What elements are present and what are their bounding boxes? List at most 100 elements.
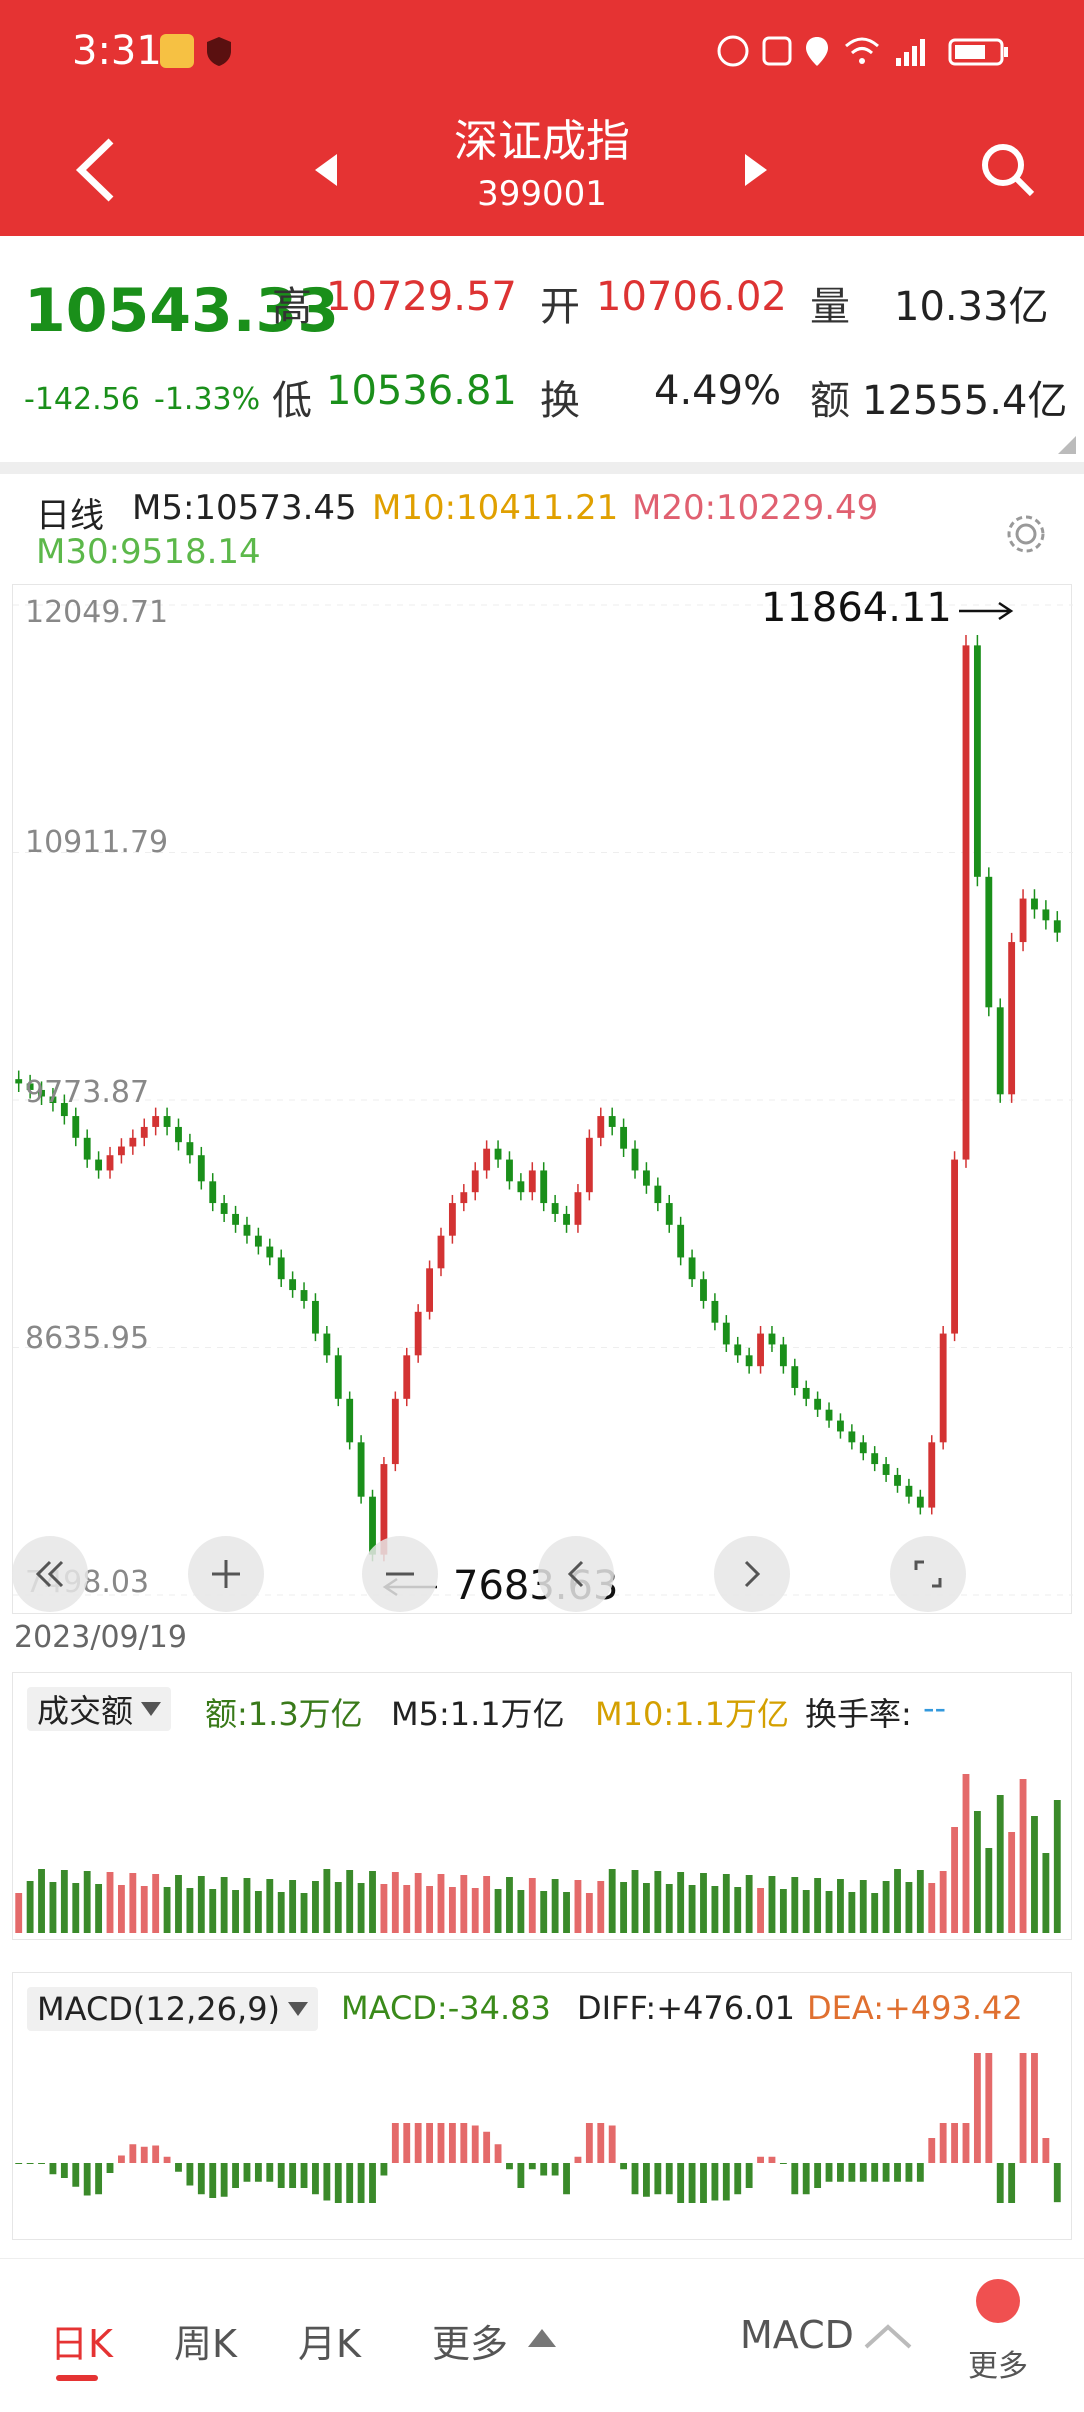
volume-bar [654, 1871, 662, 1933]
volume-bar [1053, 1800, 1061, 1933]
candle-body [677, 1224, 685, 1258]
volume-bar [60, 1870, 68, 1933]
tab-day-k[interactable]: 日K [50, 2313, 113, 2368]
candle-body [608, 1116, 616, 1127]
candle-body [939, 1333, 947, 1443]
nfc-icon [716, 34, 750, 68]
candle-body [711, 1300, 719, 1323]
candle-body [905, 1485, 913, 1497]
candle-body [757, 1333, 764, 1367]
amount-label: 额 [810, 378, 850, 424]
low-value: 10536.81 [326, 368, 517, 414]
low-label: 低 [272, 378, 312, 424]
macd-bar [563, 2163, 570, 2195]
candle-body [654, 1185, 662, 1204]
stock-code: 399001 [477, 174, 607, 214]
volume-bar [243, 1878, 251, 1933]
scroll-right-button[interactable] [714, 1536, 790, 1612]
volume-bar [106, 1872, 114, 1933]
candle-body [528, 1170, 536, 1193]
next-stock-button[interactable] [716, 130, 796, 210]
candle-body [791, 1366, 799, 1388]
candle-body [688, 1257, 696, 1280]
macd-bar [254, 2163, 262, 2182]
scroll-left-button[interactable] [538, 1536, 614, 1612]
status-bar: 3:31 [0, 0, 1084, 110]
wifi-icon [842, 34, 879, 68]
macd-bar [951, 2123, 958, 2163]
candle-body [1008, 942, 1016, 1095]
volume-bar [129, 1873, 137, 1933]
macd-panel[interactable]: MACD(12,26,9) MACD:-34.83 DIFF:+476.01 D… [12, 1972, 1072, 2240]
high-value: 10729.57 [326, 274, 517, 320]
chevron-up-icon[interactable] [862, 2323, 914, 2351]
expand-corner-icon[interactable] [1058, 436, 1076, 454]
volume-selector[interactable]: 成交额 [27, 1687, 172, 1731]
macd-selector-label: MACD(12,26,9) [37, 1990, 281, 2028]
volume-bar [175, 1875, 182, 1933]
candle-body [734, 1344, 742, 1356]
candle-body [243, 1224, 251, 1236]
volume-bar [643, 1883, 650, 1933]
volume-bar [289, 1880, 297, 1933]
macd-bar [620, 2163, 628, 2170]
tab-indicator-macd[interactable]: MACD [740, 2313, 854, 2357]
macd-bar [551, 2163, 559, 2176]
tab-more[interactable]: 更多 [432, 2313, 508, 2368]
more-dot-icon[interactable] [976, 2279, 1020, 2323]
volume-bar [1008, 1832, 1016, 1933]
volume-bar [266, 1879, 274, 1933]
tab-month-k[interactable]: 月K [298, 2313, 361, 2368]
tab-more2[interactable]: 更多 [968, 2341, 1028, 2385]
macd-bar [300, 2163, 308, 2188]
caret-up-icon [528, 2329, 556, 2347]
amount-value: 12555.4亿 [862, 378, 1068, 424]
fullscreen-button[interactable] [890, 1536, 966, 1612]
candle-body [83, 1137, 91, 1160]
macd-bar [334, 2163, 342, 2203]
volume-bar [163, 1887, 171, 1933]
volume-bar [894, 1869, 901, 1933]
candle-body [300, 1290, 308, 1301]
volume-bar [700, 1873, 707, 1933]
stock-name: 深证成指 [454, 116, 630, 167]
kline-chart[interactable]: 12049.71 10911.79 9773.87 8635.95 7498.0… [12, 584, 1073, 1614]
back-button[interactable] [56, 130, 136, 210]
volume-bar [916, 1870, 924, 1933]
tab-week-k[interactable]: 周K [174, 2313, 237, 2368]
volume-bar [38, 1869, 45, 1933]
caret-down-icon [288, 2002, 309, 2016]
candle-body [289, 1279, 297, 1291]
volume-bar [426, 1886, 433, 1933]
gear-icon[interactable] [1004, 512, 1048, 556]
macd-bar [232, 2163, 239, 2188]
candle-body [494, 1148, 502, 1160]
search-button[interactable] [968, 130, 1048, 210]
macd-bar [939, 2123, 947, 2163]
y-label-0: 12049.71 [25, 595, 169, 630]
scroll-start-button[interactable] [12, 1536, 88, 1612]
volume-bar [951, 1827, 958, 1933]
y-label-3: 8635.95 [25, 1321, 150, 1356]
candle-body [152, 1116, 160, 1127]
macd-bar [711, 2163, 719, 2201]
volume-bar [403, 1885, 411, 1933]
volume-bar [745, 1875, 753, 1933]
candle-body [1019, 898, 1027, 943]
volume-panel[interactable]: 成交额 额:1.3万亿 M5:1.1万亿 M10:1.1万亿 换手率: -- [12, 1672, 1072, 1940]
zoom-out-button[interactable] [362, 1536, 438, 1612]
period-label: 日线 [36, 496, 104, 536]
ma10-label: M10:10411.21 [372, 488, 619, 528]
zoom-in-button[interactable] [188, 1536, 264, 1612]
candle-body [597, 1116, 605, 1138]
volume-m5: M5:1.1万亿 [391, 1695, 565, 1733]
macd-selector[interactable]: MACD(12,26,9) [27, 1987, 319, 2031]
candle-body [175, 1126, 182, 1143]
candle-body [129, 1137, 137, 1147]
macd-bar [175, 2163, 182, 2172]
candle-body [197, 1155, 205, 1182]
candle-body [814, 1398, 822, 1410]
macd-bar [631, 2163, 639, 2195]
volume-amount: 额:1.3万亿 [205, 1695, 363, 1733]
volume-bar [460, 1875, 468, 1933]
